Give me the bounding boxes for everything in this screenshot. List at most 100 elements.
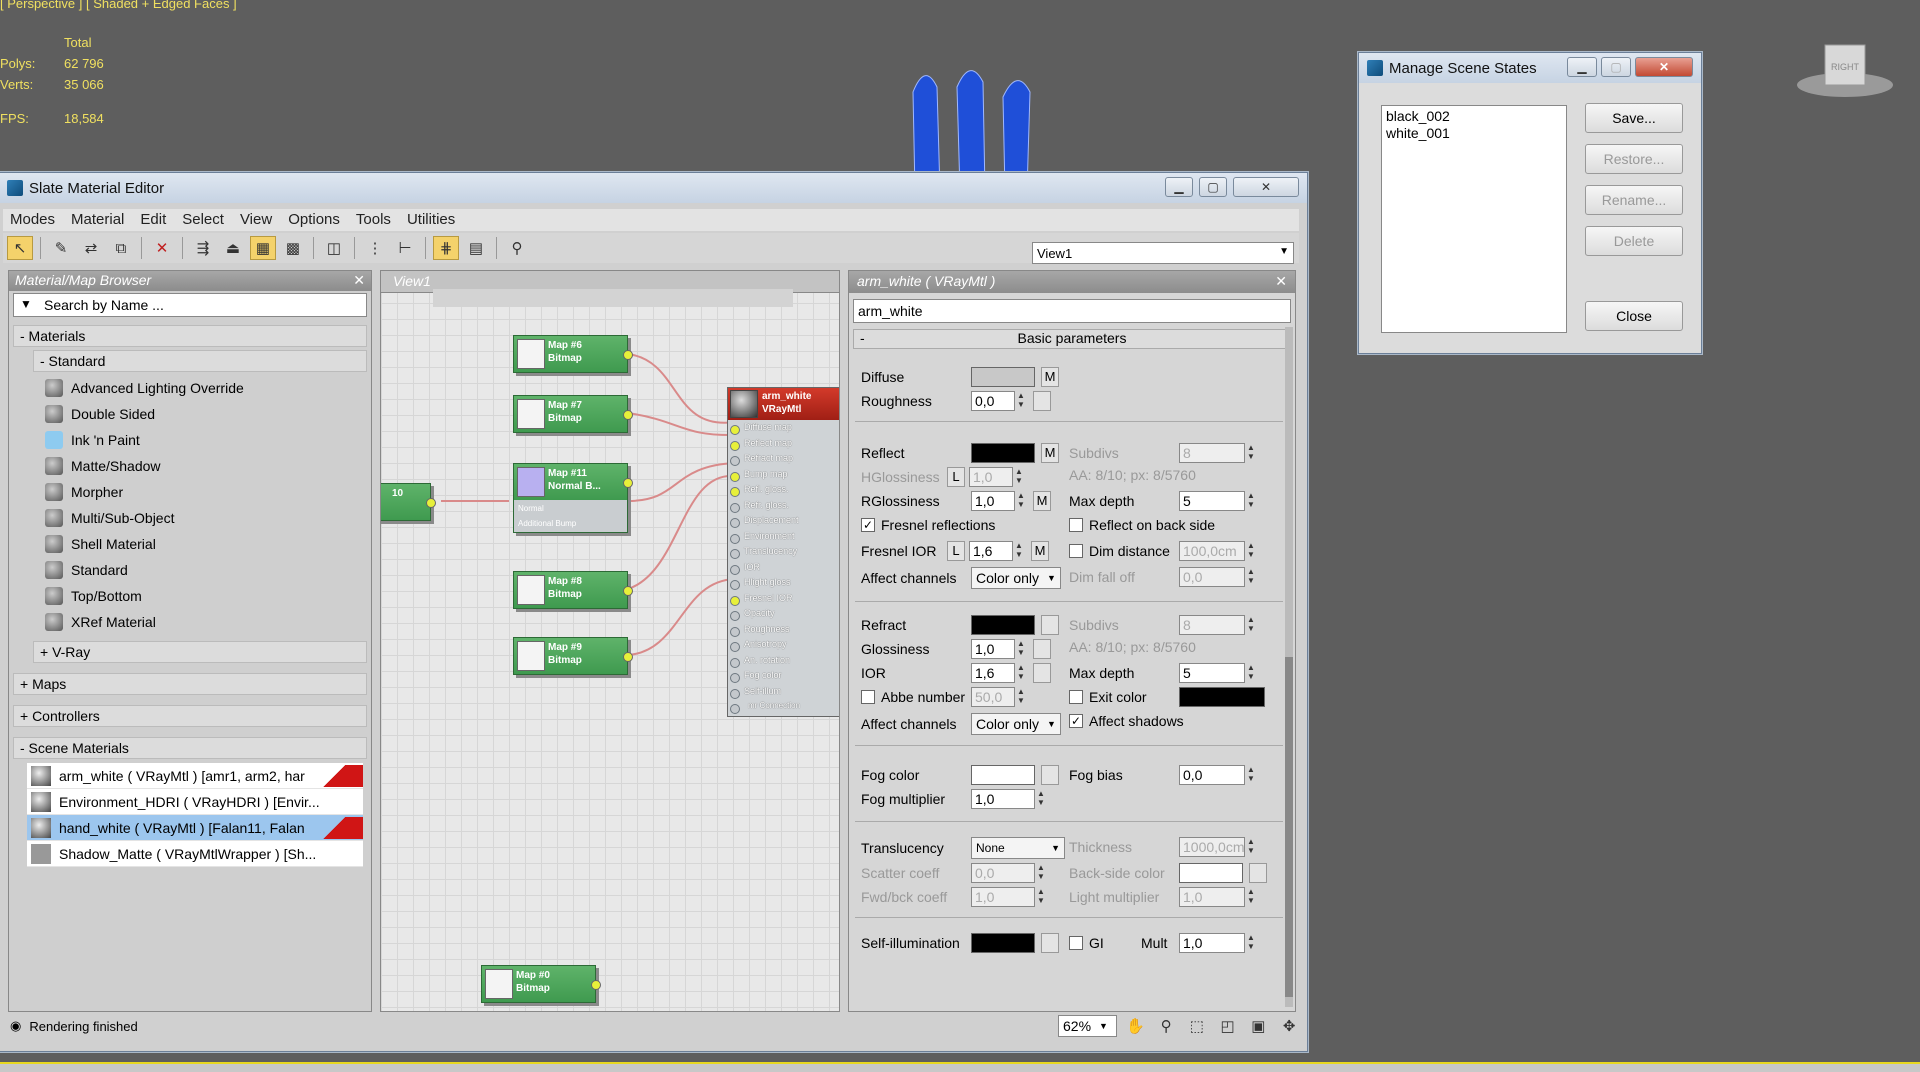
menu-edit[interactable]: Edit [133,209,175,231]
menu-view[interactable]: View [233,209,281,231]
minimize-button[interactable]: ▁ [1567,57,1597,77]
filter-icon[interactable]: ▼ [20,297,32,311]
affect-shadows-checkbox[interactable]: ✓ [1069,714,1083,728]
material-name-field[interactable]: arm_white [853,299,1291,323]
close-icon[interactable]: ✕ [1275,273,1287,290]
output-port[interactable] [623,350,633,360]
group-maps[interactable]: + Maps [13,673,367,695]
ior-spinner[interactable]: 1,6 [971,663,1015,683]
dim-distance-checkbox[interactable] [1069,544,1083,558]
refract-affect-channels-dropdown[interactable]: Color only ▼ [971,713,1061,735]
node-view[interactable]: View1 Map #6 Bitmap Map #7 Bitmap Map #11 N… [380,270,840,1012]
menu-options[interactable]: Options [281,209,349,231]
material-slot[interactable]: Refract map [728,453,839,469]
menu-modes[interactable]: Modes [3,209,64,231]
maximize-button[interactable]: ▢ [1199,177,1227,197]
minimize-button[interactable]: ▁ [1165,177,1193,197]
reflect-back-side-checkbox[interactable] [1069,518,1083,532]
list-item[interactable]: Ink 'n Paint [45,427,371,453]
select-tool-icon[interactable]: ↖ [7,236,33,260]
material-slot[interactable]: mr Connection [728,701,839,717]
ior-map-button[interactable] [1033,663,1051,683]
table-row[interactable]: Shadow_Matte ( VRayMtlWrapper ) [Sh... [27,841,363,867]
material-slot[interactable]: Fresnel IOR [728,593,839,609]
close-icon[interactable]: ✕ [353,272,365,289]
group-controllers[interactable]: + Controllers [13,705,367,727]
material-slot[interactable]: Bump map [728,469,839,485]
material-slot[interactable]: Fog color [728,670,839,686]
table-row[interactable]: Environment_HDRI ( VRayHDRI ) [Envir... [27,789,363,815]
list-item[interactable]: Multi/Sub-Object [45,505,371,531]
table-row[interactable]: hand_white ( VRayMtl ) [Falan11, Falan [27,815,363,841]
map-node[interactable]: Map #11 Normal B... Normal Additional Bum… [513,463,633,533]
exit-color-swatch[interactable] [1179,687,1265,707]
view-select-dropdown[interactable]: View1 ▼ [1032,242,1294,264]
material-slot[interactable]: Displacement [728,515,839,531]
assign-material-icon[interactable]: ⧉ [108,236,134,260]
move-children-icon[interactable]: ⇶ [190,236,216,260]
refract-subdivs-spinner[interactable]: 8 [1179,615,1245,635]
refract-map-button[interactable] [1041,615,1059,635]
reflect-map-button[interactable]: M [1041,443,1059,463]
list-item[interactable]: Shell Material [45,531,371,557]
viewcube-icon[interactable]: RIGHT [1795,40,1895,100]
put-to-scene-icon[interactable]: ⇄ [78,236,104,260]
hglossiness-spinner[interactable]: 1,0 [969,467,1013,487]
fresnel-ior-lock-button[interactable]: L [947,541,965,561]
map-node[interactable]: Map #6 Bitmap [513,335,633,373]
translucency-dropdown[interactable]: None ▼ [971,837,1065,859]
light-multiplier-spinner[interactable]: 1,0 [1179,887,1245,907]
menu-select[interactable]: Select [175,209,233,231]
slate-titlebar[interactable]: Slate Material Editor [0,173,1307,203]
list-item[interactable]: XRef Material [45,609,371,635]
refract-swatch[interactable] [971,615,1035,635]
output-port[interactable] [426,498,436,508]
material-slot[interactable]: Refr. gloss. [728,500,839,516]
roughness-spinner[interactable]: 0,0 [971,391,1015,411]
dim-distance-spinner[interactable]: 100,0cm [1179,541,1245,561]
close-icon[interactable]: ✕ [1635,57,1693,77]
fresnel-ior-map-button[interactable]: M [1031,541,1049,561]
material-slot[interactable]: Translucency [728,546,839,562]
material-slot[interactable]: Self-illum [728,686,839,702]
thickness-spinner[interactable]: 1000,0cm [1179,837,1245,857]
restore-button[interactable]: Restore... [1585,144,1683,174]
fog-color-map-button[interactable] [1041,765,1059,785]
lay-out-children-icon[interactable]: ⊢ [392,236,418,260]
rglossiness-spinner[interactable]: 1,0 [971,491,1015,511]
material-node[interactable]: arm_white VRayMtl Diffuse map Reflect map… [727,387,839,717]
list-item[interactable]: Double Sided [45,401,371,427]
layout-icon[interactable]: ◫ [321,236,347,260]
material-slot[interactable]: An. rotation [728,655,839,671]
maximize-button[interactable]: ▢ [1601,57,1631,77]
output-port[interactable] [623,478,633,488]
fresnel-checkbox[interactable]: ✓ [861,518,875,532]
output-port[interactable] [623,410,633,420]
close-button[interactable]: Close [1585,301,1683,331]
group-scene-materials[interactable]: - Scene Materials [13,737,367,759]
self-illumination-map-button[interactable] [1041,933,1059,953]
parameter-editor-icon[interactable]: ▤ [463,236,489,260]
list-item[interactable]: Advanced Lighting Override [45,375,371,401]
viewport-label[interactable]: [ Perspective ] [ Shaded + Edged Faces ] [0,0,237,11]
zoom-dropdown[interactable]: 62% ▼ [1058,1015,1118,1037]
menu-material[interactable]: Material [64,209,133,231]
back-side-color-swatch[interactable] [1179,863,1243,883]
list-item[interactable]: white_001 [1386,125,1562,142]
lay-out-all-icon[interactable]: ⋮ [362,236,388,260]
material-slot[interactable]: Anisotropy [728,639,839,655]
map-node[interactable]: Map #8 Bitmap [513,571,633,609]
glossiness-spinner[interactable]: 1,0 [971,639,1015,659]
material-map-browser-icon[interactable]: ⋕ [433,236,459,260]
material-slot[interactable]: Environment [728,531,839,547]
material-slot[interactable]: Diffuse map [728,422,839,438]
pan-icon[interactable]: ✋ [1122,1014,1148,1038]
search-input[interactable]: ▼ Search by Name ... [13,293,367,317]
material-slot[interactable]: Reflect map [728,438,839,454]
output-port[interactable] [623,586,633,596]
menu-tools[interactable]: Tools [349,209,400,231]
hglossiness-lock-button[interactable]: L [947,467,965,487]
list-item[interactable]: black_002 [1386,108,1562,125]
pan-to-selected-icon[interactable]: ✥ [1276,1014,1302,1038]
self-illumination-swatch[interactable] [971,933,1035,953]
